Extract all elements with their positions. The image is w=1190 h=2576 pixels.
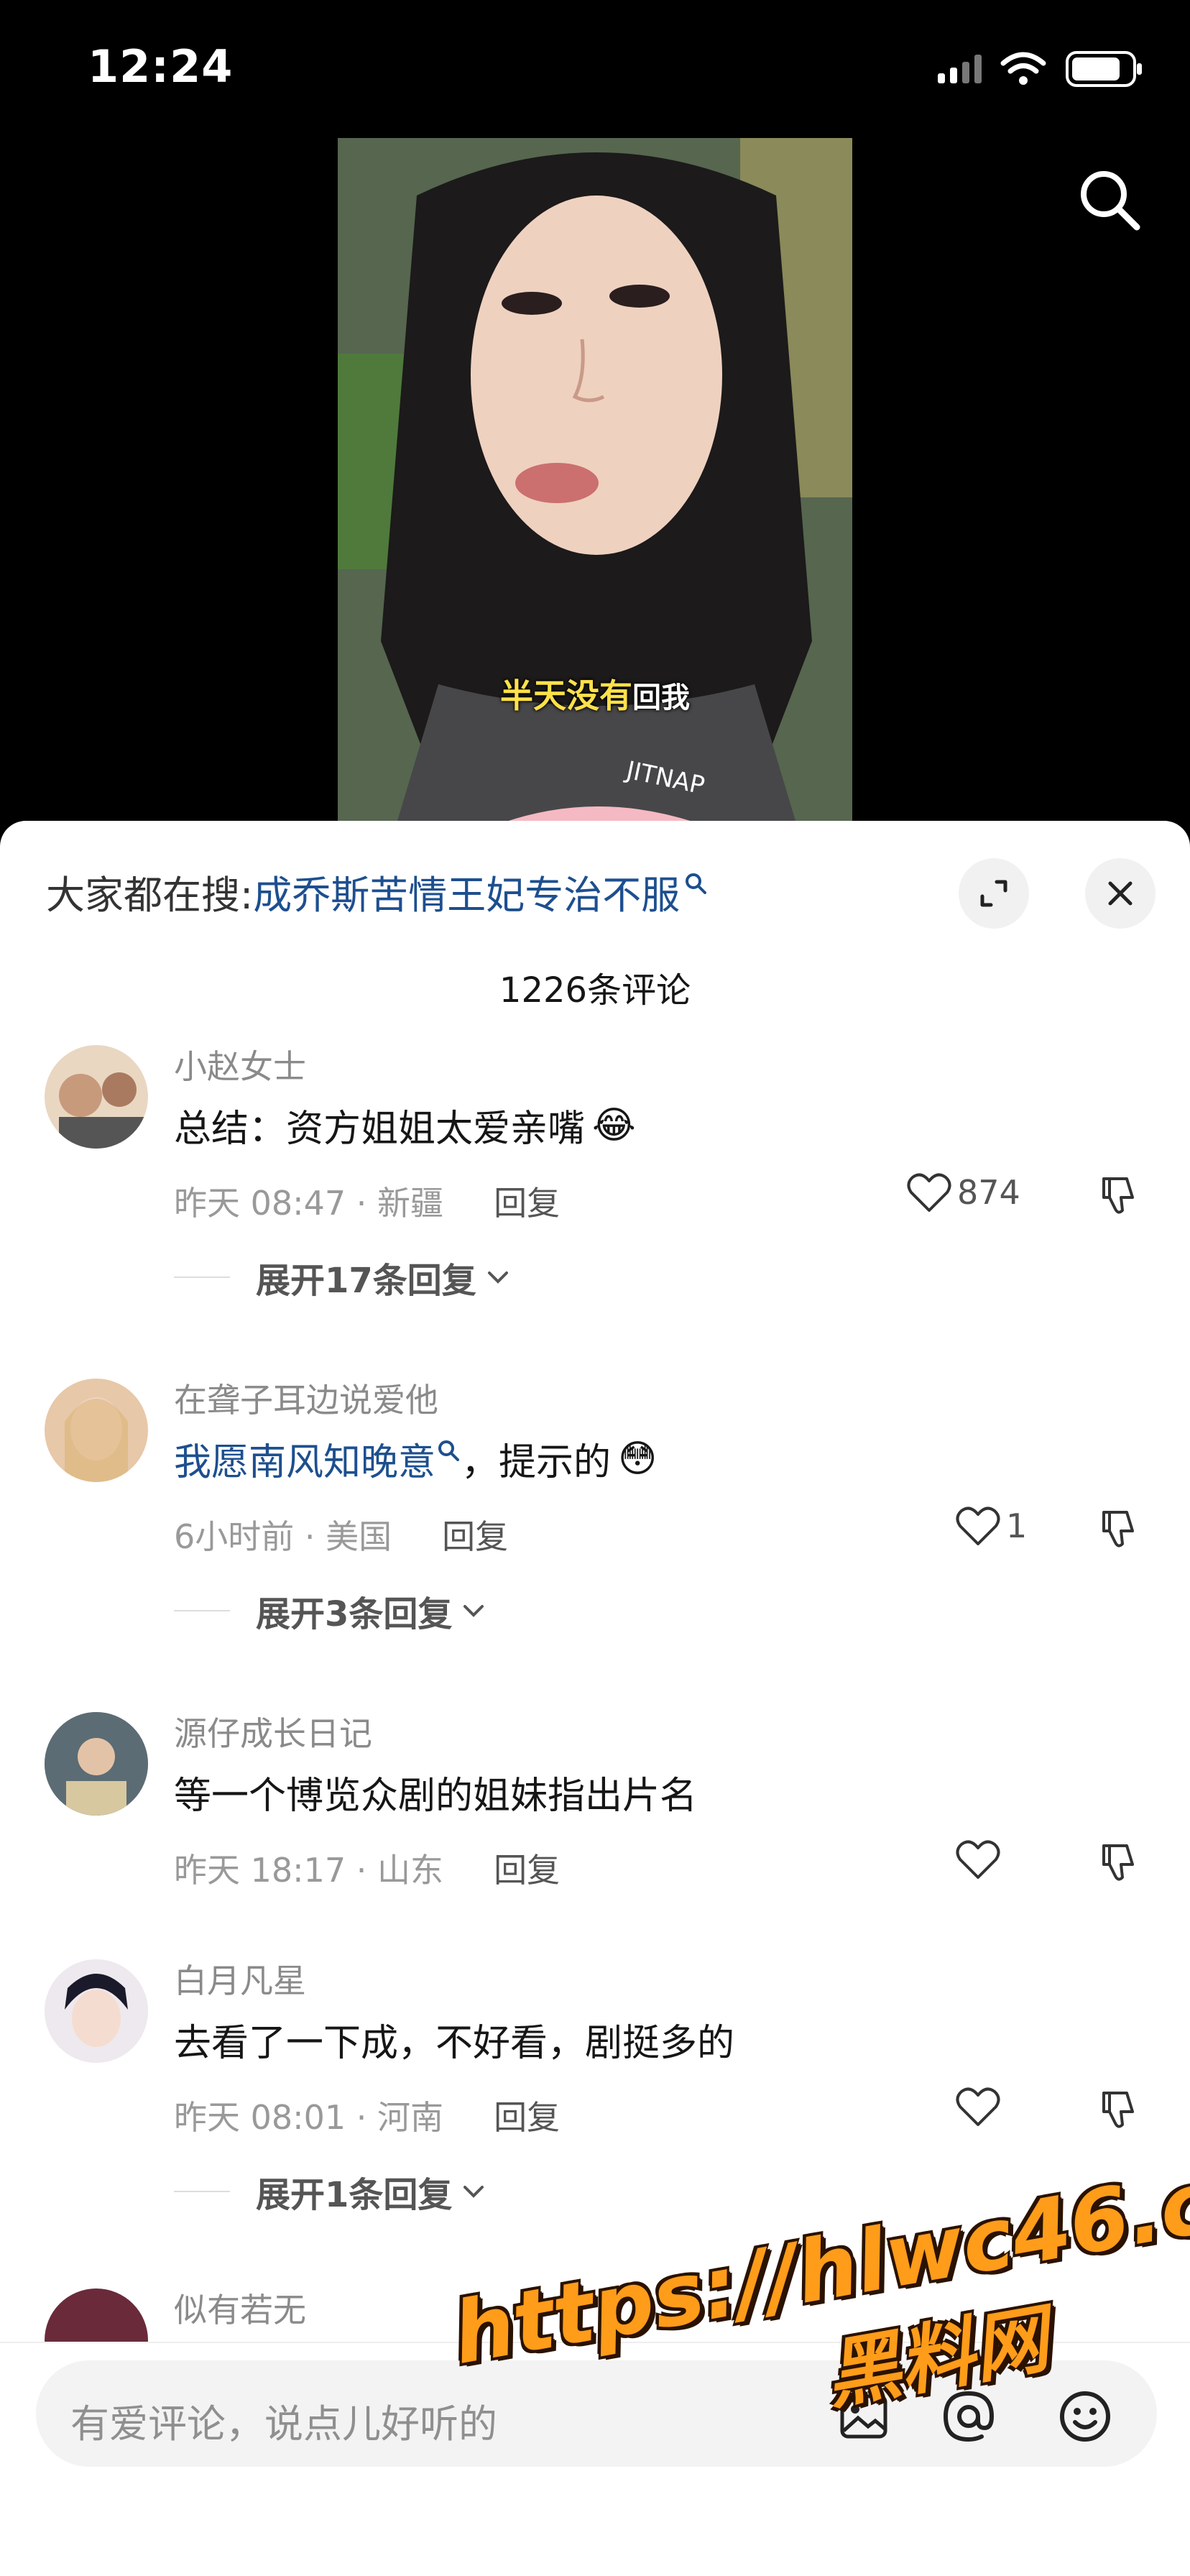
comment-link[interactable]: 我愿南风知晚意 xyxy=(174,1432,435,1486)
comment-username[interactable]: 在聋子耳边说爱他 xyxy=(174,1374,438,1422)
chevron-down-icon xyxy=(463,2186,484,2198)
like-button[interactable]: 874 xyxy=(907,1172,1020,1213)
comment-time-location: 昨天 08:47 · 新疆 xyxy=(174,1184,444,1223)
status-icons xyxy=(938,50,1144,88)
emoji: 😳 xyxy=(618,1437,658,1481)
emoji-icon[interactable] xyxy=(1055,2386,1115,2447)
like-count: 1 xyxy=(1006,1506,1028,1545)
comment-meta: 昨天 08:01 · 河南 回复 xyxy=(174,2092,560,2139)
expand-icon xyxy=(980,880,1007,907)
comment-username[interactable]: 似有若无 xyxy=(174,2284,306,2332)
status-bar: 12:24 xyxy=(0,0,1190,137)
heart-icon xyxy=(956,1506,1000,1545)
expand-replies[interactable]: 展开1条回复 xyxy=(174,2166,488,2217)
like-button[interactable] xyxy=(956,2086,1006,2128)
signal-icon xyxy=(938,55,982,83)
dislike-icon[interactable] xyxy=(1095,2087,1140,2132)
chevron-down-icon xyxy=(463,1605,484,1617)
comment-count: 1226条评论 xyxy=(499,970,691,1011)
comment-text: 我愿南风知晚意 ，提示的 😳 xyxy=(174,1432,657,1486)
dislike-icon[interactable] xyxy=(1095,1840,1140,1885)
comment-meta: 昨天 18:17 · 山东 回复 xyxy=(174,1844,560,1892)
comment-username[interactable]: 小赵女士 xyxy=(174,1041,306,1088)
avatar[interactable] xyxy=(45,1959,148,2063)
comment-body: 总结：资方姐姐太爱亲嘴 xyxy=(174,1108,586,1151)
expand-replies-label: 展开1条回复 xyxy=(256,2175,453,2215)
comment-time-location: 昨天 08:01 · 河南 xyxy=(174,2098,444,2137)
comment-body: ，提示的 xyxy=(461,1441,612,1484)
chevron-down-icon xyxy=(487,1271,508,1284)
close-icon xyxy=(1108,881,1133,906)
heart-icon xyxy=(907,1173,951,1212)
close-button[interactable] xyxy=(1085,858,1156,929)
video-caption: 半天没有回我 xyxy=(338,670,852,717)
caption-highlight: 半天没有 xyxy=(500,676,632,715)
video-person-image: JITNAP xyxy=(338,138,852,828)
heart-icon xyxy=(956,1840,1000,1879)
like-count: 874 xyxy=(957,1173,1020,1212)
comment-meta: 6小时前 · 美国 回复 xyxy=(174,1511,508,1558)
search-icon xyxy=(438,1440,460,1461)
search-icon xyxy=(686,873,707,894)
comment-username[interactable]: 白月凡星 xyxy=(174,1955,306,2002)
video-frame[interactable]: JITNAP 半天没有回我 xyxy=(338,138,852,828)
trending-search-prefix: 大家都在搜: xyxy=(46,872,254,918)
emoji: 😂 xyxy=(592,1103,636,1147)
caption-rest: 回我 xyxy=(632,681,690,714)
reply-button[interactable]: 回复 xyxy=(494,1844,560,1892)
comment-meta: 昨天 08:47 · 新疆 回复 xyxy=(174,1177,560,1225)
battery-icon xyxy=(1066,51,1142,87)
comment-username[interactable]: 源仔成长日记 xyxy=(174,1708,372,1755)
trending-search-term[interactable]: 成乔斯苦情王妃专治不服 xyxy=(253,863,680,920)
comment-text: 等一个博览众剧的姐妹指出片名 xyxy=(174,1765,697,1819)
comment-time-location: 昨天 18:17 · 山东 xyxy=(174,1851,444,1890)
like-button[interactable]: 1 xyxy=(956,1505,1027,1547)
status-time: 12:24 xyxy=(88,40,234,93)
dislike-icon[interactable] xyxy=(1095,1173,1140,1218)
reply-button[interactable]: 回复 xyxy=(494,1177,560,1225)
search-icon[interactable] xyxy=(1075,165,1144,234)
expand-replies[interactable]: 展开3条回复 xyxy=(174,1586,488,1636)
comment-body: 去看了一下成，不好看，剧挺多的 xyxy=(174,2022,735,2065)
dislike-icon[interactable] xyxy=(1095,1506,1140,1551)
avatar[interactable] xyxy=(45,1045,148,1149)
expand-button[interactable] xyxy=(959,858,1029,929)
expand-replies[interactable]: 展开17条回复 xyxy=(174,1252,512,1302)
comment-time-location: 6小时前 · 美国 xyxy=(174,1517,392,1556)
trending-search[interactable]: 大家都在搜: 成乔斯苦情王妃专治不服 xyxy=(46,862,709,920)
reply-button[interactable]: 回复 xyxy=(494,2092,560,2139)
comment-input-placeholder: 有爱评论，说点儿好听的 xyxy=(70,2401,497,2447)
wifi-icon xyxy=(1000,52,1046,85)
expand-replies-label: 展开17条回复 xyxy=(256,1261,476,1301)
expand-replies-label: 展开3条回复 xyxy=(256,1594,453,1634)
heart-icon xyxy=(956,2087,1000,2126)
comment-text: 去看了一下成，不好看，剧挺多的 xyxy=(174,2012,734,2066)
reply-button[interactable]: 回复 xyxy=(442,1511,508,1558)
avatar[interactable] xyxy=(45,1712,148,1816)
avatar[interactable] xyxy=(45,1379,148,1482)
like-button[interactable] xyxy=(956,1839,1006,1880)
comment-text: 总结：资方姐姐太爱亲嘴 😂 xyxy=(174,1098,636,1152)
comment-body: 等一个博览众剧的姐妹指出片名 xyxy=(174,1775,698,1818)
